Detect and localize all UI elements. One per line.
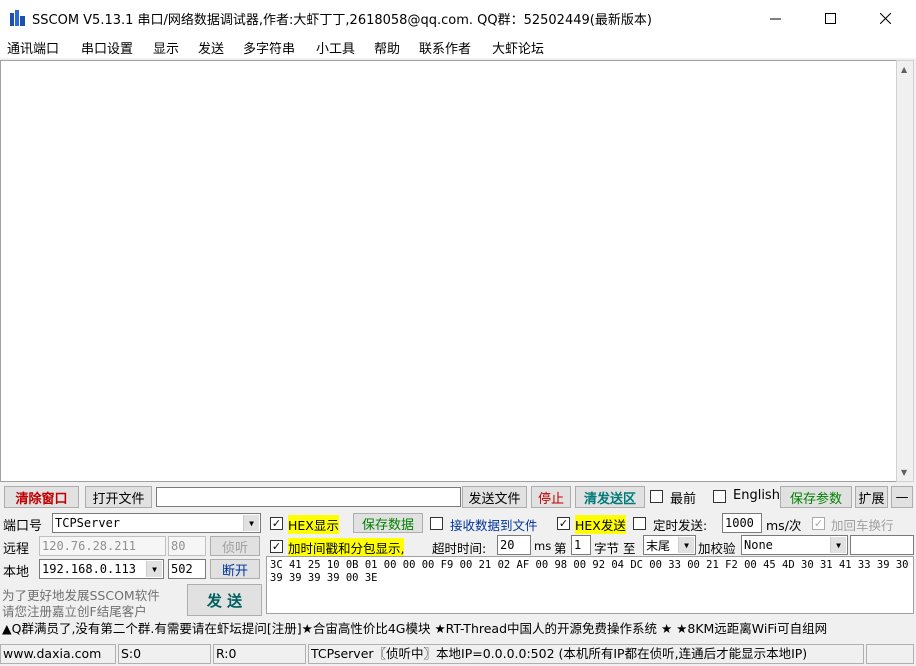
port-label: 端口号: [3, 519, 43, 534]
chevron-down-icon[interactable]: ▼: [146, 561, 162, 577]
website-link[interactable]: www.daxia.com: [0, 644, 116, 664]
timed-send-checkbox[interactable]: [633, 517, 646, 530]
received-count: R:0: [213, 644, 306, 664]
scroll-down-icon[interactable]: ▼: [901, 468, 907, 477]
hex-display-label: HEX显示: [288, 515, 339, 534]
interval-unit: ms/次: [766, 518, 802, 533]
maximize-icon: [824, 12, 836, 24]
nth-label: 第: [554, 541, 567, 556]
menu-multi-string[interactable]: 多字符串: [243, 38, 295, 57]
menu-display[interactable]: 显示: [153, 38, 179, 57]
clear-send-button[interactable]: 清发送区: [575, 486, 645, 508]
menu-help[interactable]: 帮助: [374, 38, 400, 57]
minimize-icon: [769, 18, 781, 19]
byte-end-select[interactable]: 末尾 ▼: [643, 535, 696, 555]
english-label: English: [733, 488, 780, 503]
send-data-input[interactable]: 3C 41 25 10 0B 01 00 00 00 F9 00 21 02 A…: [266, 556, 914, 614]
timestamp-checkbox[interactable]: ✓: [270, 540, 283, 553]
timeout-input[interactable]: 20: [497, 535, 531, 555]
port-value: TCPServer: [55, 516, 121, 530]
window-title: SSCOM V5.13.1 串口/网络数据调试器,作者:大虾丁丁,2618058…: [32, 13, 652, 28]
add-crlf-label: 加回车换行: [831, 518, 894, 533]
byte-label: 字节 至: [594, 541, 636, 556]
maximize-button[interactable]: [802, 0, 858, 36]
timeout-unit: ms: [534, 539, 552, 553]
chevron-down-icon[interactable]: ▼: [678, 537, 694, 553]
disconnect-button[interactable]: 断开: [210, 559, 260, 579]
timeout-label: 超时时间:: [432, 541, 487, 556]
menu-serial-settings[interactable]: 串口设置: [81, 38, 133, 57]
stop-button[interactable]: 停止: [531, 486, 571, 508]
save-params-button[interactable]: 保存参数: [780, 486, 852, 508]
remote-port-input[interactable]: 80: [168, 536, 206, 556]
close-button[interactable]: [857, 0, 913, 36]
checksum-value: None: [744, 538, 773, 552]
connection-panel: 端口号 TCPServer ▼ 远程 120.76.28.211 80 侦听 本…: [0, 511, 266, 620]
scroll-up-icon[interactable]: ▲: [901, 65, 907, 74]
local-port-input[interactable]: 502: [168, 559, 206, 579]
menu-contact-author[interactable]: 联系作者: [419, 38, 471, 57]
listen-button[interactable]: 侦听: [210, 536, 260, 556]
hex-send-label: HEX发送: [575, 515, 626, 534]
port-select[interactable]: TCPServer ▼: [52, 513, 261, 533]
save-data-button[interactable]: 保存数据: [353, 513, 423, 533]
byte-start-input[interactable]: 1: [571, 535, 591, 555]
local-ip-select[interactable]: 192.168.0.113 ▼: [39, 559, 164, 579]
receive-scrollbar[interactable]: ▲ ▼: [896, 60, 914, 482]
checksum-label: 加校验: [698, 541, 736, 556]
ad-line-2[interactable]: 请您注册嘉立创F结尾客户: [2, 601, 147, 620]
expand-button[interactable]: 扩展: [855, 486, 888, 508]
sent-count: S:0: [118, 644, 211, 664]
menu-tools[interactable]: 小工具: [316, 38, 355, 57]
menu-bar: 通讯端口 串口设置 显示 发送 多字符串 小工具 帮助 联系作者 大虾论坛: [0, 36, 916, 58]
clear-window-button[interactable]: 清除窗口: [4, 486, 79, 508]
minimize-button[interactable]: [747, 0, 803, 36]
topmost-checkbox[interactable]: [650, 490, 663, 503]
connection-status: TCPserver〖侦听中〗本地IP=0.0.0.0:502 (本机所有IP都在…: [308, 644, 864, 664]
topmost-label: 最前: [670, 492, 697, 507]
ticker-text[interactable]: ▲Q群满员了,没有第二个群.有需要请在虾坛提问[注册]★合宙高性价比4G模块 ★…: [0, 620, 916, 640]
app-icon: [10, 10, 25, 26]
byte-end-value: 末尾: [646, 538, 671, 553]
timestamp-label: 加时间戳和分包显示,: [288, 538, 405, 557]
menu-send[interactable]: 发送: [198, 38, 224, 57]
local-ip-value: 192.168.0.113: [42, 562, 136, 576]
file-path-input[interactable]: [156, 487, 461, 507]
timed-send-label: 定时发送:: [653, 518, 708, 533]
remote-label: 远程: [3, 542, 30, 557]
checksum-select[interactable]: None ▼: [741, 535, 848, 555]
close-icon: [879, 12, 891, 24]
add-crlf-checkbox[interactable]: ✓: [812, 517, 825, 530]
recv-to-file-label: 接收数据到文件: [450, 518, 538, 533]
open-file-button[interactable]: 打开文件: [85, 486, 152, 508]
toolbar-row: 清除窗口 打开文件 发送文件 停止 清发送区 最前 English 保存参数 扩…: [0, 485, 916, 509]
send-file-button[interactable]: 发送文件: [462, 486, 527, 508]
status-extra: [866, 644, 914, 664]
interval-input[interactable]: 1000: [722, 513, 762, 533]
receive-area[interactable]: [0, 60, 897, 482]
status-bar: www.daxia.com S:0 R:0 TCPserver〖侦听中〗本地IP…: [0, 642, 916, 666]
english-checkbox[interactable]: [713, 490, 726, 503]
send-button[interactable]: 发 送: [187, 584, 262, 616]
collapse-button[interactable]: —: [891, 486, 913, 508]
menu-forum[interactable]: 大虾论坛: [492, 38, 544, 57]
chevron-down-icon[interactable]: ▼: [243, 515, 259, 531]
chevron-down-icon[interactable]: ▼: [830, 537, 846, 553]
checksum-result-input[interactable]: [850, 535, 914, 555]
hex-send-checkbox[interactable]: ✓: [557, 517, 570, 530]
remote-ip-input[interactable]: 120.76.28.211: [39, 536, 166, 556]
menu-comm-port[interactable]: 通讯端口: [7, 38, 59, 57]
local-label: 本地: [3, 565, 30, 580]
title-bar: SSCOM V5.13.1 串口/网络数据调试器,作者:大虾丁丁,2618058…: [0, 0, 916, 36]
hex-display-checkbox[interactable]: ✓: [270, 517, 283, 530]
recv-to-file-checkbox[interactable]: [430, 517, 443, 530]
